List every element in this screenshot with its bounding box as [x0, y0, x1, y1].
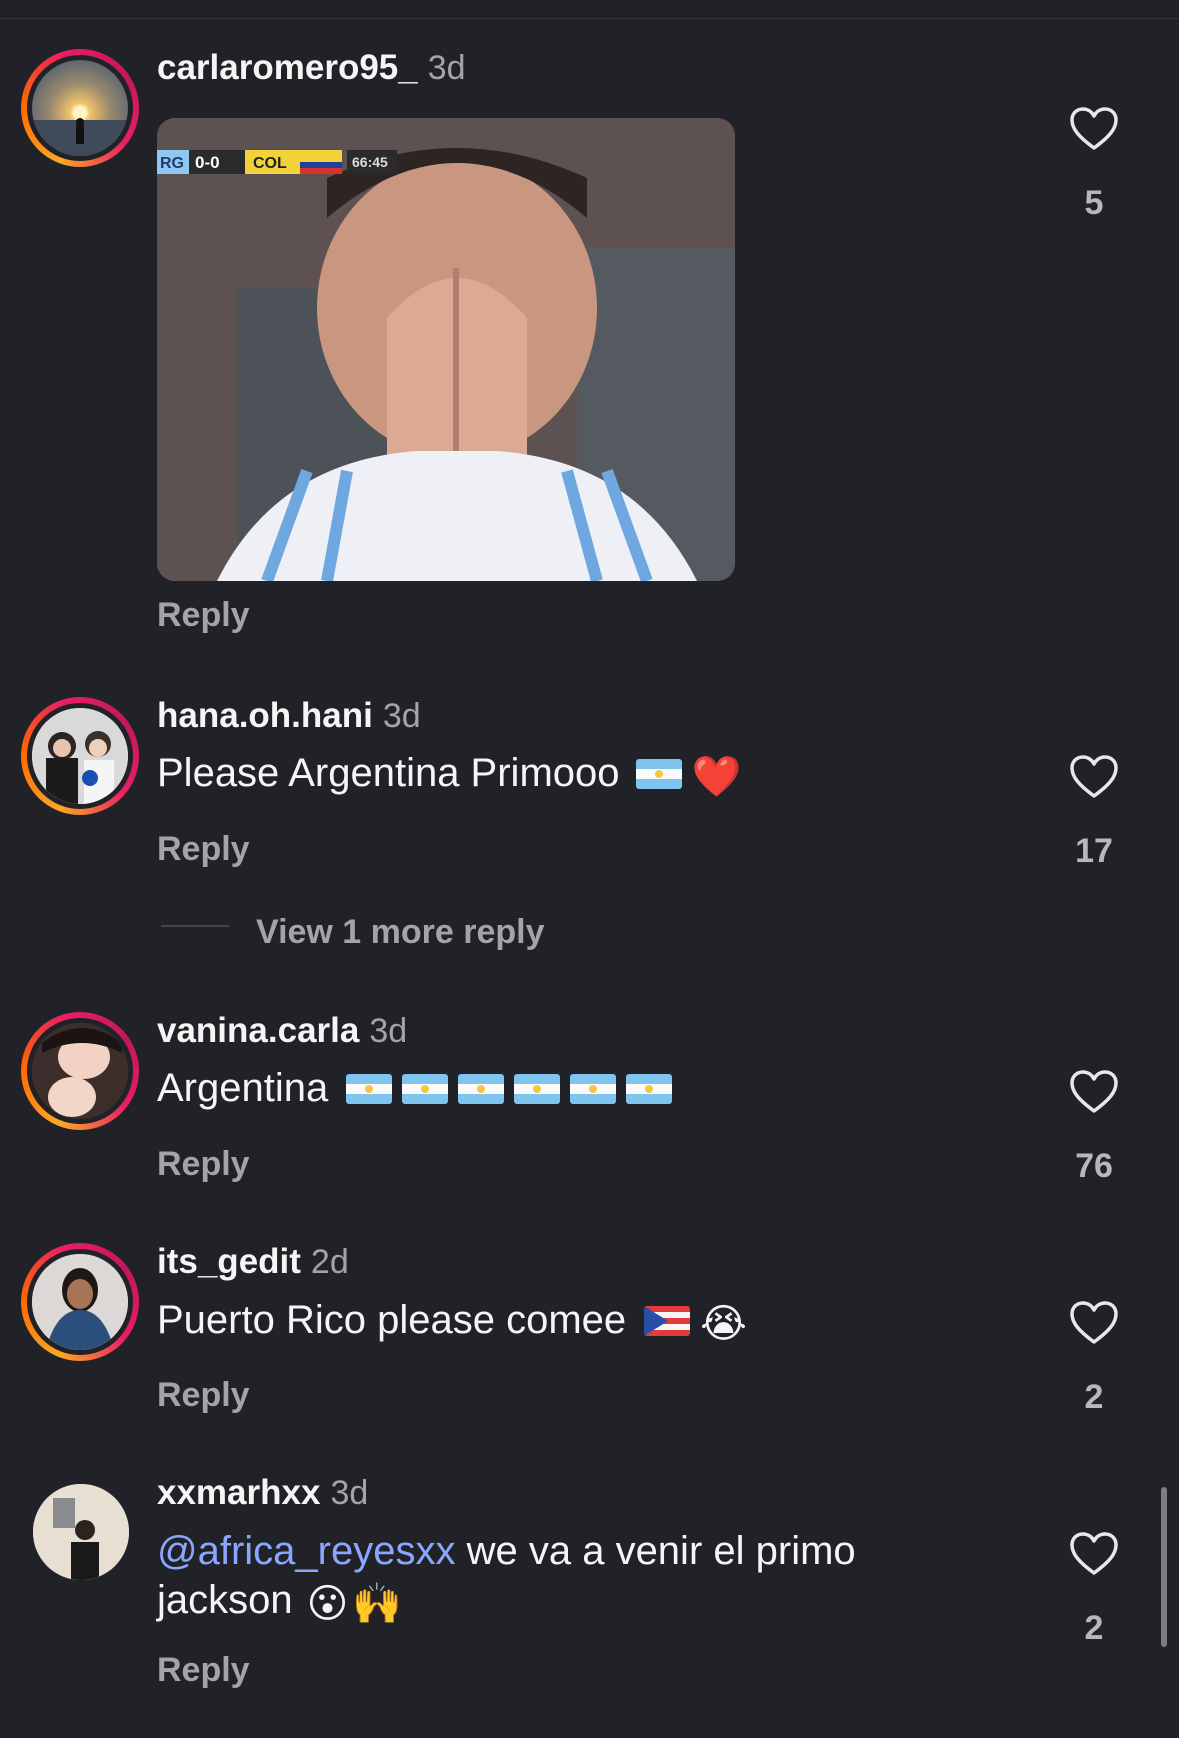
comment-text: @africa_reyesxx we va a venir el primo ja… — [157, 1529, 856, 1626]
avatar-story-ring[interactable] — [21, 697, 139, 815]
avatar-story-ring[interactable] — [21, 49, 139, 167]
reply-button[interactable]: Reply — [157, 596, 250, 635]
avatar — [32, 1254, 128, 1350]
username[interactable]: hana.oh.hani — [157, 696, 373, 735]
heart-outline-icon[interactable] — [1069, 1531, 1119, 1577]
comment-text: Argentina — [157, 1064, 937, 1113]
surprised-face-emoji: 😮 — [306, 1582, 349, 1626]
timestamp: 3d — [369, 1012, 408, 1050]
mention-link[interactable]: @africa_reyesxx — [157, 1529, 455, 1573]
argentina-flag-icon — [514, 1074, 561, 1104]
argentina-flag-icon — [626, 1074, 673, 1104]
reply-button[interactable]: Reply — [157, 1145, 250, 1184]
username[interactable]: xxmarhxx — [157, 1473, 320, 1512]
like-count: 17 — [1075, 832, 1113, 870]
timestamp: 2d — [310, 1243, 349, 1281]
match-clock: 66:45 — [352, 154, 388, 170]
red-heart-emoji: ❤️ — [691, 755, 742, 799]
crying-face-emoji: 😭 — [700, 1302, 747, 1346]
score-team-right: COL — [253, 155, 287, 172]
like-count: 5 — [1084, 184, 1104, 222]
like-count: 2 — [1084, 1378, 1104, 1416]
gif-attachment[interactable]: RG 0-0 COL 66:45 — [157, 118, 735, 581]
heart-outline-icon[interactable] — [1069, 1069, 1119, 1115]
avatar — [32, 1023, 128, 1119]
thread-line — [161, 925, 229, 927]
avatar-frame[interactable] — [21, 1474, 139, 1592]
argentina-flag-icon — [570, 1074, 617, 1104]
like-count: 76 — [1075, 1147, 1113, 1185]
timestamp: 3d — [330, 1474, 369, 1512]
reply-button[interactable]: Reply — [157, 1651, 250, 1690]
avatar — [32, 708, 128, 804]
username[interactable]: carlaromero95_ — [157, 48, 418, 87]
heart-outline-icon[interactable] — [1069, 754, 1119, 800]
argentina-flag-icon — [458, 1074, 505, 1104]
top-divider — [0, 0, 1179, 19]
avatar — [32, 60, 128, 156]
avatar-story-ring[interactable] — [21, 1012, 139, 1130]
scrollbar[interactable] — [1161, 1487, 1167, 1647]
comment-text: Please Argentina Primooo ❤️ — [157, 751, 742, 799]
argentina-flag-icon — [402, 1074, 449, 1104]
like-count: 2 — [1084, 1609, 1104, 1647]
username[interactable]: its_gedit — [157, 1242, 301, 1281]
heart-outline-icon[interactable] — [1069, 1300, 1119, 1346]
comment-text: Puerto Rico please comee 😭 — [157, 1298, 747, 1346]
username[interactable]: vanina.carla — [157, 1011, 359, 1050]
reply-button[interactable]: Reply — [157, 830, 250, 869]
raising-hands-emoji: 🙌 — [352, 1582, 403, 1626]
timestamp: 3d — [382, 697, 421, 735]
argentina-flag-icon — [635, 759, 682, 789]
score-team-left: RG — [160, 155, 184, 172]
avatar — [33, 1484, 129, 1580]
heart-outline-icon[interactable] — [1069, 106, 1119, 152]
timestamp: 3d — [427, 49, 466, 87]
score-value: 0-0 — [195, 153, 220, 172]
puerto-rico-flag-icon — [644, 1306, 691, 1336]
avatar-story-ring[interactable] — [21, 1243, 139, 1361]
reply-button[interactable]: Reply — [157, 1376, 250, 1415]
view-more-label[interactable]: View 1 more reply — [256, 913, 545, 952]
argentina-flag-icon — [346, 1074, 393, 1104]
